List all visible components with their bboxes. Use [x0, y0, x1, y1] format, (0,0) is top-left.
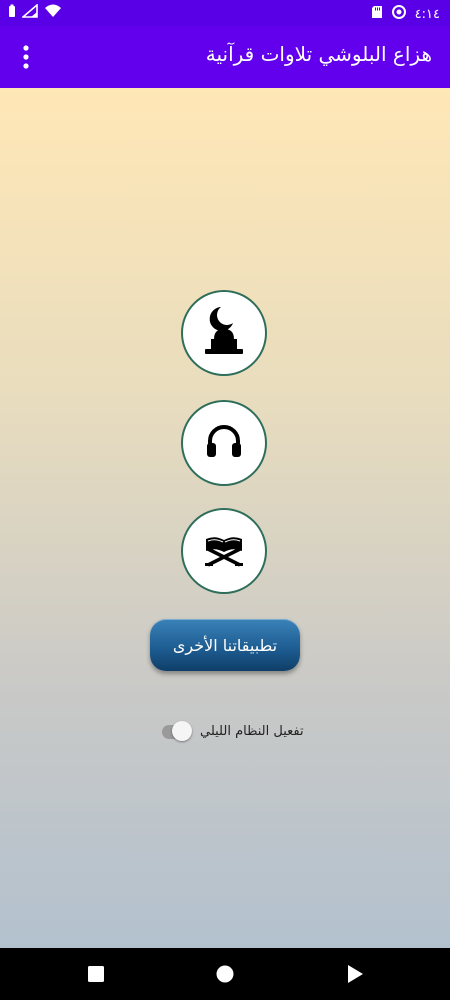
read-quran-button[interactable] [181, 508, 267, 594]
navigation-bar [0, 948, 450, 1000]
status-left-icons [8, 3, 62, 22]
home-icon[interactable] [213, 962, 237, 986]
wifi-icon [44, 4, 62, 22]
page-title: هزاع البلوشي تلاوات قرآنية [205, 42, 432, 66]
recents-icon[interactable] [84, 962, 108, 986]
night-mode-toggle[interactable] [160, 719, 194, 743]
mosque-crescent-icon [199, 305, 249, 361]
prayer-times-button[interactable] [181, 290, 267, 376]
app-screen: ٤:١٤ هزاع البلوشي تلاوات قرآنية تطبيقاتن… [0, 0, 450, 1000]
back-icon[interactable] [343, 962, 367, 986]
main-content: تطبيقاتنا الأخرى تفعيل النظام الليلي [0, 88, 450, 948]
status-time: ٤:١٤ [414, 6, 440, 22]
quran-book-icon [202, 531, 246, 571]
signal-icon [20, 3, 38, 22]
overflow-menu-icon[interactable] [14, 42, 38, 72]
sd-card-icon [371, 5, 383, 23]
night-mode-row: تفعيل النظام الليلي [160, 718, 310, 744]
night-mode-label: تفعيل النظام الليلي [200, 723, 304, 739]
toggle-thumb [172, 721, 192, 741]
app-bar: هزاع البلوشي تلاوات قرآنية [0, 26, 450, 88]
headphones-icon [204, 421, 244, 465]
data-saver-icon [391, 4, 407, 24]
listen-recitations-button[interactable] [181, 400, 267, 486]
status-right-icons: ٤:١٤ [371, 4, 440, 24]
status-bar: ٤:١٤ [0, 0, 450, 26]
other-apps-button[interactable]: تطبيقاتنا الأخرى [150, 619, 300, 671]
battery-icon [8, 4, 16, 22]
